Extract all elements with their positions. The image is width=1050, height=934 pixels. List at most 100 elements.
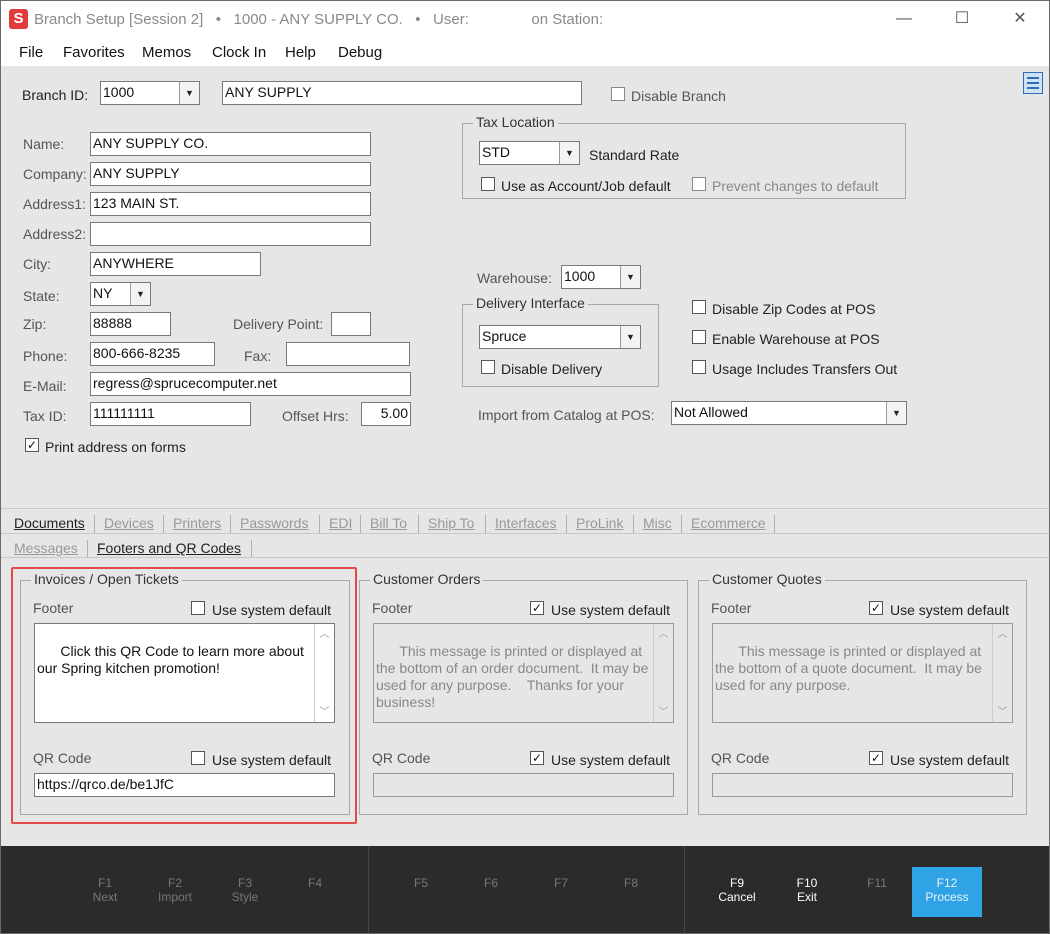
menu-favorites[interactable]: Favorites xyxy=(63,44,125,61)
f12-process-button[interactable]: F12 Process xyxy=(912,867,982,917)
company-label: Company: xyxy=(23,166,87,182)
print-address-checkbox[interactable]: ✓ xyxy=(25,438,39,452)
chevron-down-icon: ▼ xyxy=(886,402,906,424)
tax-id-field[interactable]: 111111111 xyxy=(90,402,251,426)
f8-button[interactable]: F8 xyxy=(596,876,666,890)
f2-import-button[interactable]: F2 Import xyxy=(140,876,210,904)
f2-label: Import xyxy=(157,890,192,904)
function-key-bar: F1 Next F2 Import F3 Style F4 F5 F6 F7 F8 F… xyxy=(1,846,1049,933)
f3-key: F3 xyxy=(237,876,252,890)
branch-name-field[interactable]: ANY SUPPLY xyxy=(222,81,582,105)
scroll-up-icon: ︿ xyxy=(997,629,1008,640)
fax-field[interactable] xyxy=(286,342,410,366)
quotes-panel-title: Customer Quotes xyxy=(709,571,825,587)
f5-button[interactable]: F5 xyxy=(386,876,456,890)
tax-location-select[interactable]: STD ▼ xyxy=(479,141,580,165)
f7-button[interactable]: F7 xyxy=(526,876,596,890)
state-value: NY xyxy=(93,285,113,301)
phone-field[interactable]: 800-666-8235 xyxy=(90,342,215,366)
subtab-messages[interactable]: Messages xyxy=(14,540,78,556)
email-field[interactable]: regress@sprucecomputer.net xyxy=(90,372,411,396)
orders-qr-label: QR Code xyxy=(372,750,431,766)
delivery-interface-title: Delivery Interface xyxy=(473,295,588,311)
menu-memos[interactable]: Memos xyxy=(142,44,191,61)
quotes-footer-default-checkbox[interactable]: ✓ xyxy=(869,601,883,615)
tab-misc[interactable]: Misc xyxy=(643,515,672,531)
tab-interfaces[interactable]: Interfaces xyxy=(495,515,556,531)
orders-qr-field xyxy=(373,773,674,797)
orders-footer-default-checkbox[interactable]: ✓ xyxy=(530,601,544,615)
phone-label: Phone: xyxy=(23,348,68,364)
address1-label: Address1: xyxy=(23,196,87,212)
list-menu-icon[interactable] xyxy=(1023,72,1043,94)
subtab-footers-qr[interactable]: Footers and QR Codes xyxy=(97,540,241,556)
use-default-checkbox[interactable] xyxy=(481,177,495,191)
highlight-box xyxy=(11,567,357,824)
maximize-button[interactable]: ☐ xyxy=(933,1,991,37)
f3-style-button[interactable]: F3 Style xyxy=(210,876,280,904)
tab-prolink[interactable]: ProLink xyxy=(576,515,623,531)
tab-documents[interactable]: Documents xyxy=(14,515,85,531)
f12-label: Process xyxy=(925,890,969,904)
branch-id-label: Branch ID: xyxy=(22,87,89,103)
disable-zip-label: Disable Zip Codes at POS xyxy=(712,301,876,317)
orders-qr-default-checkbox[interactable]: ✓ xyxy=(530,751,544,765)
warehouse-select[interactable]: 1000 ▼ xyxy=(561,265,641,289)
prevent-changes-label: Prevent changes to default xyxy=(712,178,879,194)
f11-key: F11 xyxy=(867,876,887,890)
tab-bill-to[interactable]: Bill To xyxy=(370,515,407,531)
enable-warehouse-checkbox[interactable] xyxy=(692,330,706,344)
delivery-point-field[interactable] xyxy=(331,312,371,336)
usage-transfers-checkbox[interactable] xyxy=(692,360,706,374)
zip-label: Zip: xyxy=(23,316,47,332)
f6-button[interactable]: F6 xyxy=(456,876,526,890)
branch-id-select[interactable]: 1000 ▼ xyxy=(100,81,200,105)
scroll-down-icon: ﹀ xyxy=(658,707,669,718)
orders-footer-default-label: Use system default xyxy=(551,602,671,618)
menu-debug[interactable]: Debug xyxy=(338,44,382,61)
chevron-down-icon: ▼ xyxy=(620,326,640,348)
company-field[interactable]: ANY SUPPLY xyxy=(90,162,371,186)
quotes-qr-default-checkbox[interactable]: ✓ xyxy=(869,751,883,765)
f2-key: F2 xyxy=(167,876,182,890)
tab-ship-to[interactable]: Ship To xyxy=(428,515,474,531)
f11-button[interactable]: F11 xyxy=(842,876,912,890)
close-button[interactable]: ✕ xyxy=(991,1,1049,37)
quotes-footer-text: This message is printed or displayed at … xyxy=(712,623,1013,723)
standard-rate-label: Standard Rate xyxy=(589,147,680,163)
delivery-interface-select[interactable]: Spruce ▼ xyxy=(479,325,641,349)
tax-location-value: STD xyxy=(482,144,510,160)
address2-field[interactable] xyxy=(90,222,371,246)
state-select[interactable]: NY ▼ xyxy=(90,282,151,306)
f1-next-button[interactable]: F1 Next xyxy=(70,876,140,904)
prevent-changes-checkbox[interactable] xyxy=(692,177,706,191)
f4-button[interactable]: F4 xyxy=(280,876,350,890)
f9-cancel-button[interactable]: F9 Cancel xyxy=(702,876,772,904)
menu-clock-in[interactable]: Clock In xyxy=(212,44,266,61)
menu-file[interactable]: File xyxy=(19,44,43,61)
address1-field[interactable]: 123 MAIN ST. xyxy=(90,192,371,216)
minimize-button[interactable]: — xyxy=(875,1,933,37)
disable-delivery-checkbox[interactable] xyxy=(481,360,495,374)
f8-key: F8 xyxy=(623,876,638,890)
city-field[interactable]: ANYWHERE xyxy=(90,252,261,276)
catalog-value: Not Allowed xyxy=(674,404,748,420)
tax-id-label: Tax ID: xyxy=(23,408,67,424)
tab-passwords[interactable]: Passwords xyxy=(240,515,308,531)
f10-key: F10 xyxy=(796,876,818,890)
menu-help[interactable]: Help xyxy=(285,44,316,61)
tab-printers[interactable]: Printers xyxy=(173,515,221,531)
f10-exit-button[interactable]: F10 Exit xyxy=(772,876,842,904)
disable-branch-checkbox[interactable] xyxy=(611,87,625,101)
zip-field[interactable]: 88888 xyxy=(90,312,171,336)
tab-ecommerce[interactable]: Ecommerce xyxy=(691,515,766,531)
tab-devices[interactable]: Devices xyxy=(104,515,154,531)
name-field[interactable]: ANY SUPPLY CO. xyxy=(90,132,371,156)
name-label: Name: xyxy=(23,136,65,152)
offset-hrs-field[interactable]: 5.00 xyxy=(361,402,411,426)
tab-edi[interactable]: EDI xyxy=(329,515,352,531)
scroll-up-icon: ︿ xyxy=(658,629,669,640)
disable-zip-checkbox[interactable] xyxy=(692,300,706,314)
f9-key: F9 xyxy=(729,876,744,890)
catalog-select[interactable]: Not Allowed ▼ xyxy=(671,401,907,425)
